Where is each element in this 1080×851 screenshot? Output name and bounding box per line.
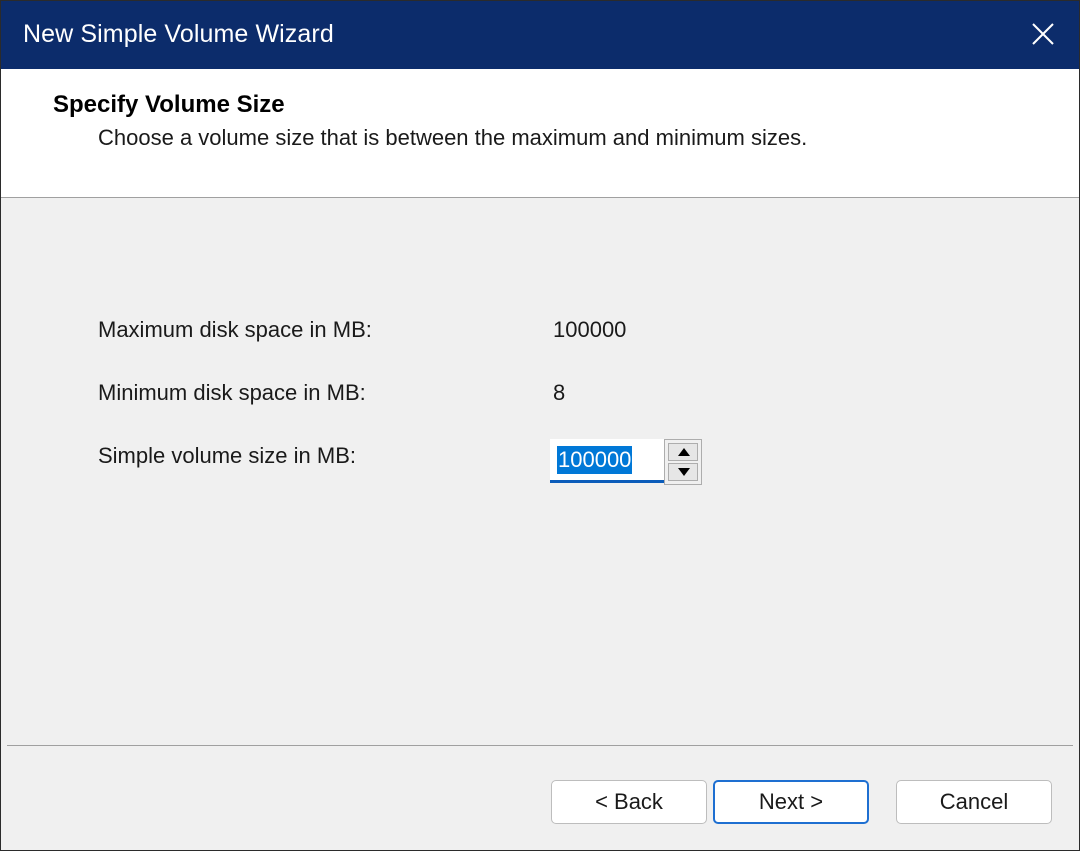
header-panel: Specify Volume Size Choose a volume size…	[1, 69, 1079, 198]
decrement-button[interactable]	[668, 463, 698, 481]
title-bar[interactable]: New Simple Volume Wizard	[1, 1, 1079, 69]
spin-buttons	[664, 439, 702, 485]
volume-size-selected-text: 100000	[557, 446, 633, 474]
max-disk-space-value: 100000	[553, 317, 627, 342]
volume-size-label: Simple volume size in MB:	[98, 443, 356, 468]
increment-button[interactable]	[668, 443, 698, 461]
close-button[interactable]	[1007, 1, 1079, 69]
page-subtitle: Choose a volume size that is between the…	[98, 125, 808, 150]
wizard-window: New Simple Volume Wizard Specify Volume …	[0, 0, 1080, 851]
close-icon	[1032, 23, 1054, 45]
volume-size-spinner[interactable]: 100000	[550, 439, 704, 487]
next-button[interactable]: Next >	[713, 780, 869, 824]
cancel-button[interactable]: Cancel	[896, 780, 1052, 824]
arrow-down-icon	[678, 468, 690, 476]
volume-size-input[interactable]: 100000	[550, 439, 664, 483]
max-disk-space-label: Maximum disk space in MB:	[98, 317, 372, 342]
window-title: New Simple Volume Wizard	[23, 20, 334, 48]
footer-divider	[7, 745, 1073, 746]
page-title: Specify Volume Size	[53, 91, 285, 118]
arrow-up-icon	[678, 448, 690, 456]
back-button[interactable]: < Back	[551, 780, 707, 824]
min-disk-space-label: Minimum disk space in MB:	[98, 380, 366, 405]
min-disk-space-value: 8	[553, 380, 566, 405]
